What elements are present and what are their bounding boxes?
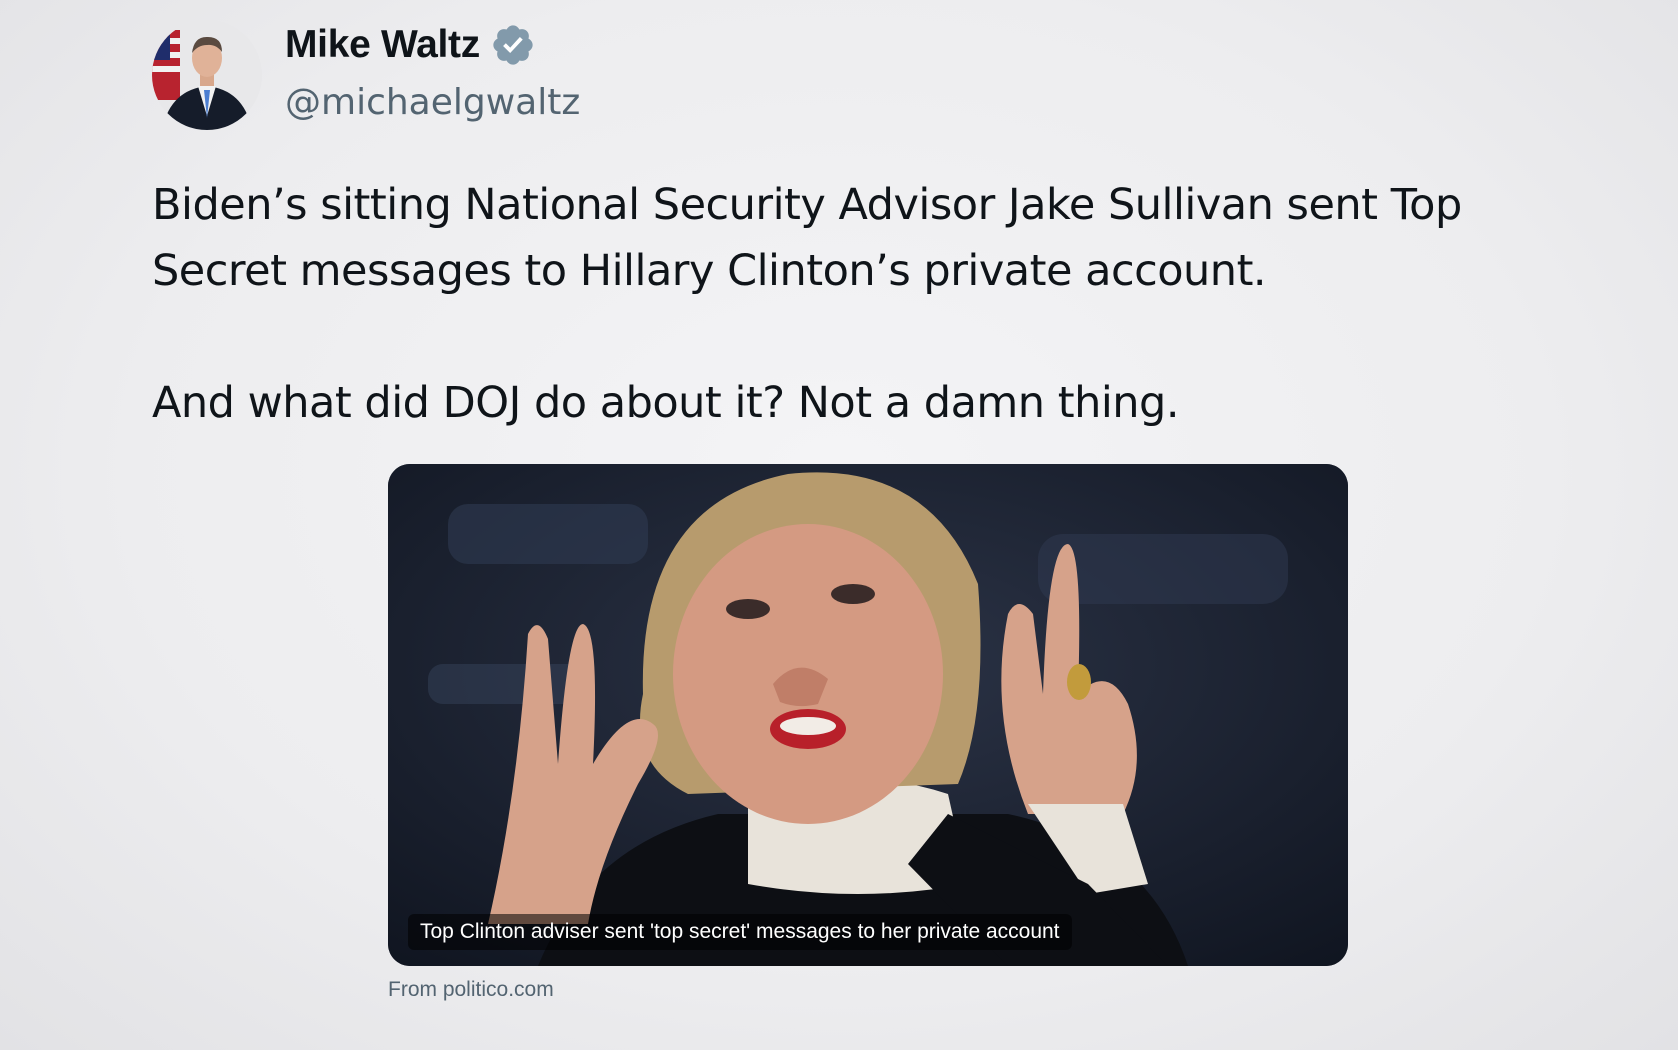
news-photo (388, 464, 1348, 966)
author-handle[interactable]: @michaelgwaltz (285, 82, 580, 123)
link-card-caption: Top Clinton adviser sent 'top secret' me… (408, 914, 1072, 950)
link-card[interactable]: Top Clinton adviser sent 'top secret' me… (388, 464, 1348, 966)
tweet: Mike Waltz @michaelgwaltz Biden’s sittin… (0, 0, 1678, 1050)
author-name-row: Mike Waltz (285, 22, 536, 68)
author-avatar[interactable] (152, 20, 262, 130)
tweet-text: Biden’s sitting National Security Adviso… (152, 172, 1592, 436)
link-card-source[interactable]: From politico.com (388, 978, 554, 1002)
tweet-paragraph: Biden’s sitting National Security Adviso… (152, 180, 1462, 296)
avatar-photo (152, 20, 262, 130)
tweet-paragraph: And what did DOJ do about it? Not a damn… (152, 378, 1180, 428)
verified-badge-icon (493, 25, 533, 65)
author-display-name[interactable]: Mike Waltz (285, 23, 480, 67)
